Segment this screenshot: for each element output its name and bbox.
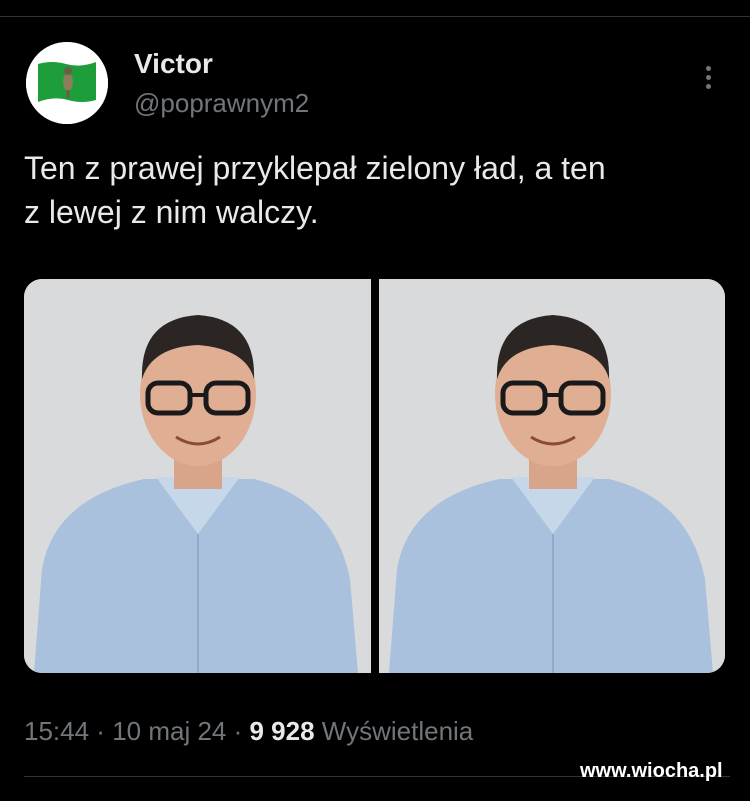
tweet-metadata: 15:44 · 10 maj 24 · 9 928 Wyświetlenia: [24, 716, 473, 747]
meta-separator: ·: [226, 716, 250, 746]
tweet-date[interactable]: 10 maj 24: [112, 716, 226, 746]
tweet-text-line-1: Ten z prawej przyklepał zielony ład, a t…: [24, 150, 606, 186]
views-count[interactable]: 9 928: [249, 716, 314, 746]
green-flag-ostrich-icon: [26, 42, 108, 124]
top-divider: [0, 16, 750, 17]
photo-right[interactable]: [379, 279, 725, 673]
portrait-image: [24, 279, 371, 673]
author-name[interactable]: Victor: [134, 48, 213, 80]
tweet-text-line-2: z lewej z nim walczy.: [24, 194, 319, 230]
tweet-media[interactable]: [24, 279, 725, 673]
watermark: www.wiocha.pl: [580, 760, 723, 782]
meta-separator: ·: [89, 716, 113, 746]
tweet-time[interactable]: 15:44: [24, 716, 89, 746]
author-handle[interactable]: @poprawnym2: [134, 88, 309, 119]
portrait-image: [379, 279, 725, 673]
more-options-icon[interactable]: [696, 62, 720, 94]
avatar[interactable]: [26, 42, 108, 124]
tweet-text: Ten z prawej przyklepał zielony ład, a t…: [24, 146, 724, 234]
photo-left[interactable]: [24, 279, 371, 673]
views-label[interactable]: Wyświetlenia: [315, 716, 474, 746]
